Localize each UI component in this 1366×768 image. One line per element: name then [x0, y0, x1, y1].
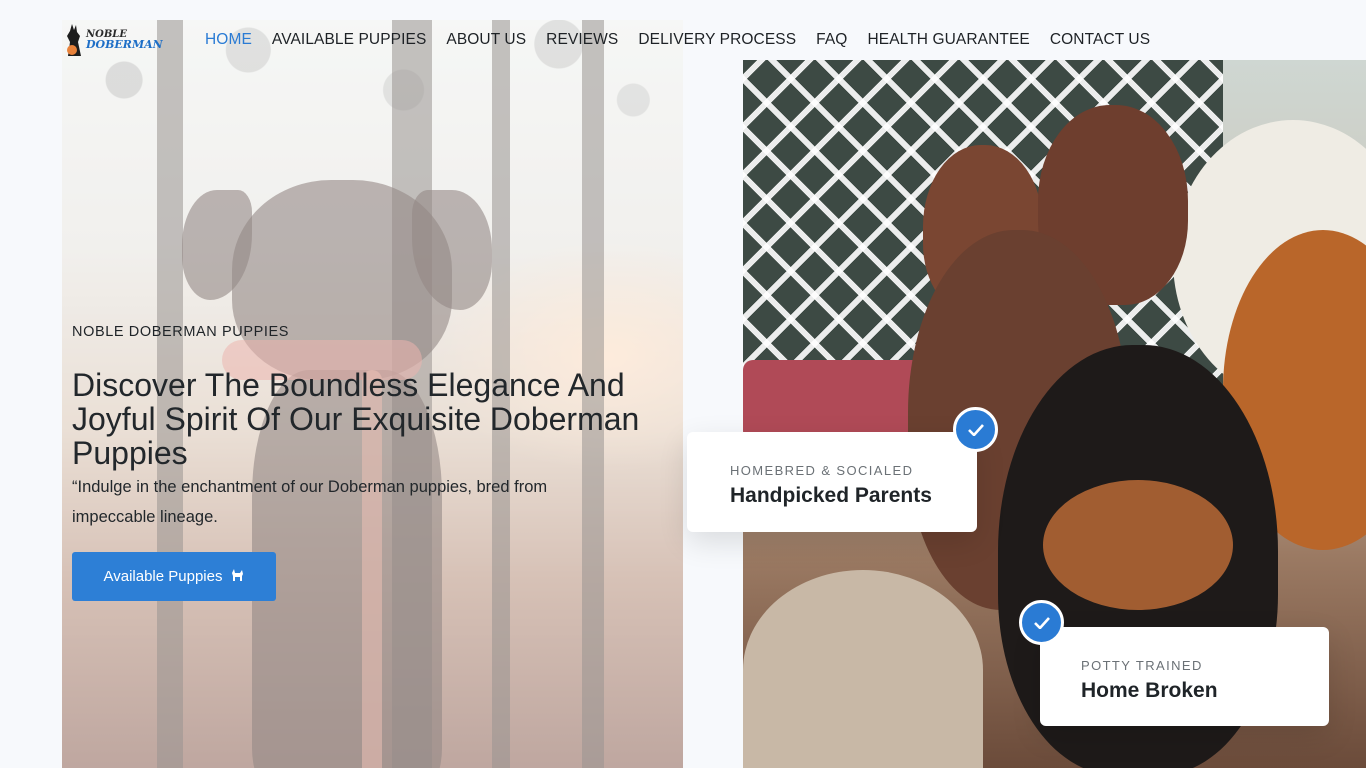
- feature-value: Handpicked Parents: [730, 484, 932, 507]
- nav-faq[interactable]: FAQ: [816, 31, 847, 49]
- hero-subtitle: “Indulge in the enchantment of our Dober…: [72, 478, 548, 526]
- hero-eyebrow: NOBLE DOBERMAN PUPPIES: [72, 324, 290, 340]
- dog-icon: [230, 568, 244, 585]
- feature-value: Home Broken: [1081, 679, 1218, 702]
- hero-title: Discover The Boundless Elegance And Joyf…: [72, 367, 640, 471]
- check-icon: [1019, 600, 1064, 645]
- feature-label: HOMEBRED & SOCIALED: [730, 463, 914, 478]
- feature-card-home-broken: POTTY TRAINED Home Broken: [1040, 627, 1329, 726]
- available-puppies-button[interactable]: Available Puppies: [72, 552, 276, 601]
- site-logo[interactable]: NOBLE DOBERMAN: [64, 20, 163, 60]
- nav-available-puppies[interactable]: AVAILABLE PUPPIES: [272, 31, 426, 49]
- dog-bed: [743, 570, 983, 768]
- nav-health-guarantee[interactable]: HEALTH GUARANTEE: [867, 31, 1029, 49]
- nav-home[interactable]: HOME: [205, 31, 252, 49]
- check-icon: [953, 407, 998, 452]
- main-navigation: HOME AVAILABLE PUPPIES ABOUT US REVIEWS …: [205, 31, 1170, 49]
- nav-about-us[interactable]: ABOUT US: [446, 31, 526, 49]
- nav-delivery-process[interactable]: DELIVERY PROCESS: [638, 31, 796, 49]
- nav-reviews[interactable]: REVIEWS: [546, 31, 618, 49]
- feature-label: POTTY TRAINED: [1081, 658, 1203, 673]
- feature-card-handpicked-parents: HOMEBRED & SOCIALED Handpicked Parents: [687, 432, 977, 532]
- cta-label: Available Puppies: [103, 568, 223, 585]
- nav-contact-us[interactable]: CONTACT US: [1050, 31, 1150, 49]
- doberman-logo-icon: [64, 22, 84, 58]
- logo-line2: DOBERMAN: [86, 38, 163, 51]
